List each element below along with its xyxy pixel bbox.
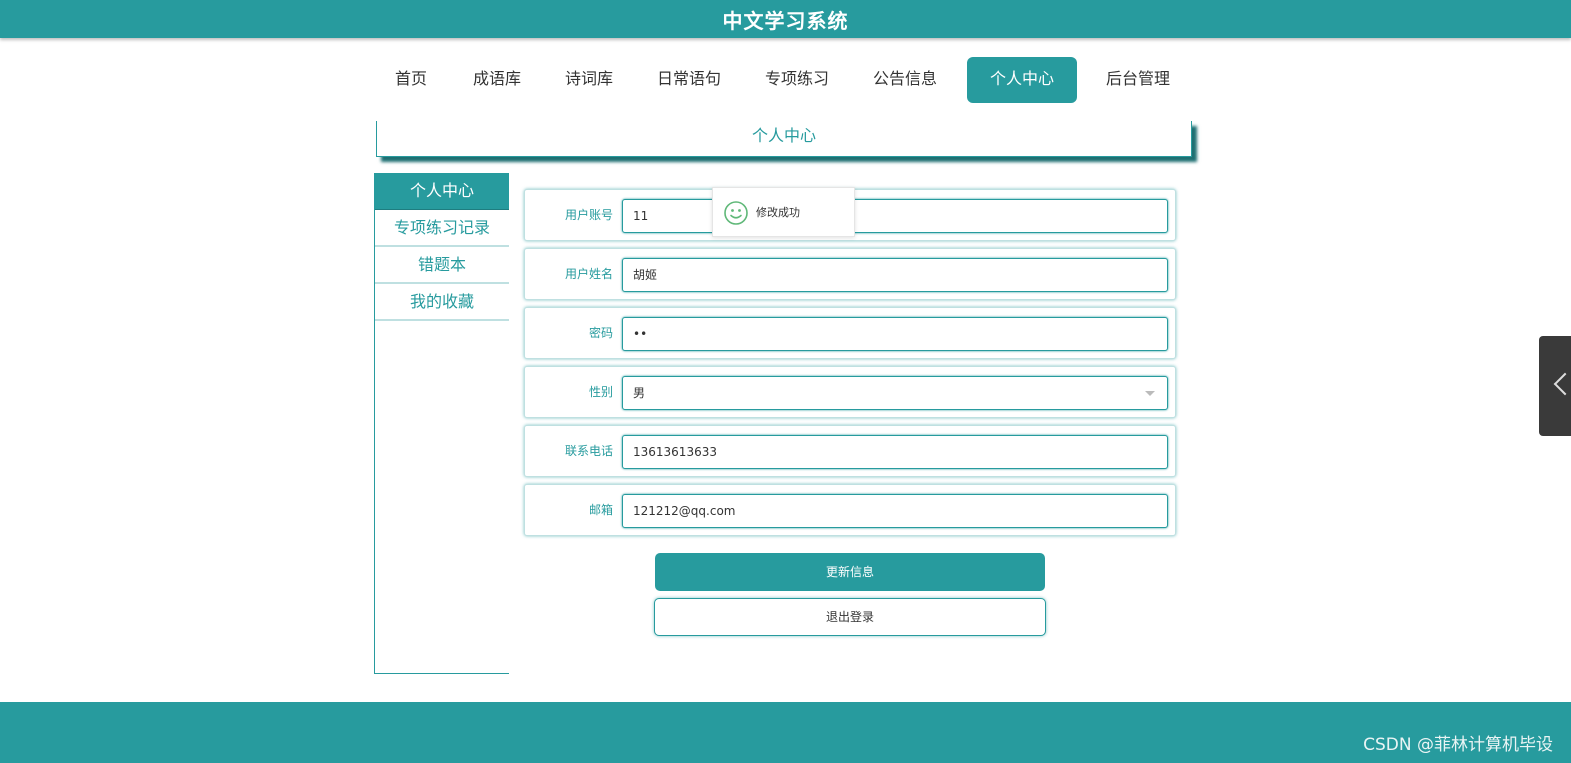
password-label: 密码 [588,326,613,340]
smile-icon [724,201,748,225]
nav-item-admin[interactable]: 后台管理 [1096,57,1180,103]
success-toast: 修改成功 [712,187,855,237]
chevron-left-icon [1553,372,1571,396]
form-row-name: 用户姓名 胡姬 [524,248,1176,300]
sidebar-item-wrong-questions[interactable]: 错题本 [375,247,509,284]
page-title: 个人中心 [376,121,1192,157]
phone-input[interactable]: 13613613633 [622,435,1168,469]
account-label: 用户账号 [564,208,613,222]
top-bar: 中文学习系统 [0,0,1571,38]
update-info-button[interactable]: 更新信息 [655,553,1045,591]
nav-item-practice[interactable]: 专项练习 [755,57,839,103]
form-row-phone: 联系电话 13613613633 [524,425,1176,477]
sidebar-item-practice-records[interactable]: 专项练习记录 [375,210,509,247]
nav-item-daily-sentences[interactable]: 日常语句 [647,57,731,103]
toast-message: 修改成功 [756,206,800,219]
app-title: 中文学习系统 [722,9,849,33]
account-input[interactable]: 11 [622,199,1168,233]
email-label: 邮箱 [588,503,613,517]
name-label: 用户姓名 [564,267,613,281]
form-row-password: 密码 •• [524,307,1176,359]
nav-item-personal-center[interactable]: 个人中心 [967,57,1077,103]
logout-button[interactable]: 退出登录 [654,598,1046,636]
nav-item-idioms[interactable]: 成语库 [463,57,531,103]
sidebar-item-personal-center[interactable]: 个人中心 [375,173,509,210]
profile-form: 用户账号 11 用户姓名 胡姬 密码 •• 性别 男 联系电话 13613613… [524,189,1176,543]
gender-select[interactable]: 男 [622,376,1168,410]
gender-label: 性别 [588,385,613,399]
nav-item-announcements[interactable]: 公告信息 [863,57,947,103]
sidebar: 个人中心 专项练习记录 错题本 我的收藏 [374,173,509,674]
phone-label: 联系电话 [564,444,613,458]
gender-value: 男 [633,386,646,400]
nav-item-poetry[interactable]: 诗词库 [555,57,623,103]
watermark: CSDN @菲林计算机毕设 [1363,735,1553,755]
name-input[interactable]: 胡姬 [622,258,1168,292]
form-row-gender: 性别 男 [524,366,1176,418]
caret-down-icon [1145,391,1155,396]
form-row-email: 邮箱 121212@qq.com [524,484,1176,536]
nav-item-home[interactable]: 首页 [380,57,442,103]
side-drawer-tab[interactable] [1539,336,1571,436]
main-nav: 首页 成语库 诗词库 日常语句 专项练习 公告信息 个人中心 后台管理 [0,57,1571,103]
email-input[interactable]: 121212@qq.com [622,494,1168,528]
password-input[interactable]: •• [622,317,1168,351]
footer: CSDN @菲林计算机毕设 [0,702,1571,763]
sidebar-item-favorites[interactable]: 我的收藏 [375,284,509,321]
